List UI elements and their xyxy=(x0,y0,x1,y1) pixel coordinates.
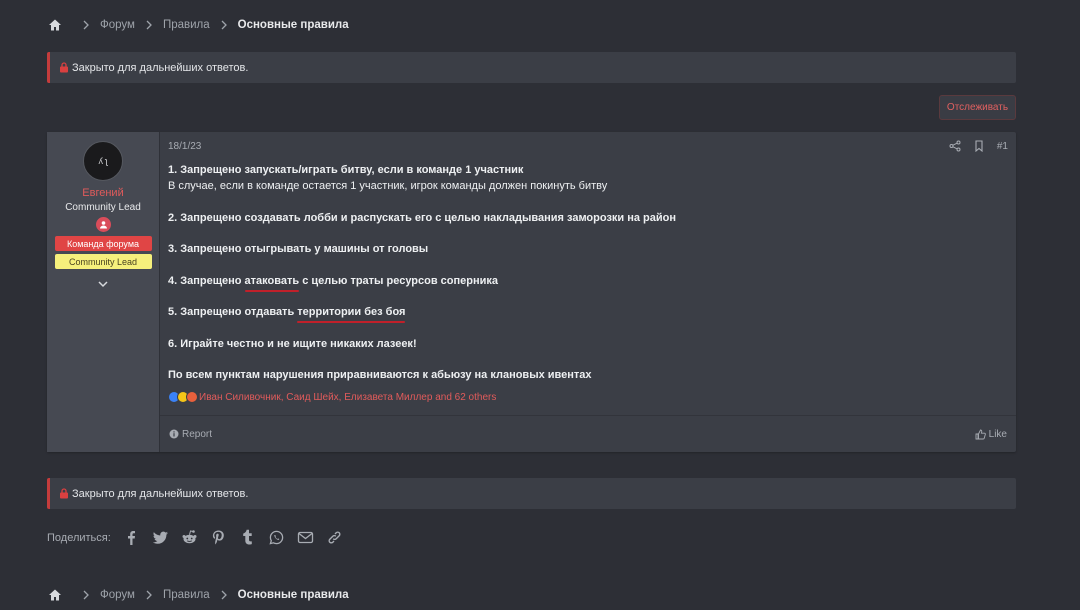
chevron-right-icon xyxy=(220,590,228,600)
rule-1-detail: В случае, если в команде остается 1 учас… xyxy=(168,180,608,192)
rule-4: 4. Запрещено атаковать с целью траты рес… xyxy=(168,274,499,292)
avatar[interactable]: ʎ ʅ xyxy=(83,141,123,181)
post-user-panel: ʎ ʅ Евгений Community Lead Команда форум… xyxy=(47,132,160,452)
pinterest-icon[interactable] xyxy=(210,529,227,546)
home-icon[interactable] xyxy=(48,588,62,602)
chevron-right-icon xyxy=(220,20,228,30)
report-button[interactable]: Report xyxy=(169,429,212,440)
chevron-right-icon xyxy=(145,20,153,30)
breadcrumb-forum[interactable]: Форум xyxy=(100,19,135,31)
lock-icon xyxy=(59,62,69,73)
breadcrumb-bottom: Форум Правила Основные правила xyxy=(48,586,349,604)
like-button[interactable]: Like xyxy=(975,429,1007,440)
rule-2: 2. Запрещено создавать лобби и распускат… xyxy=(168,211,677,224)
chevron-right-icon xyxy=(82,590,90,600)
rule-3: 3. Запрещено отыгрывать у машины от голо… xyxy=(168,243,429,255)
reactions-bar[interactable]: Иван Силивочник, Саид Шейх, Елизавета Ми… xyxy=(168,391,496,403)
lock-icon xyxy=(59,488,69,499)
reaction-icons xyxy=(168,391,198,403)
rule-6: 6. Играйте честно и не ищите никаких лаз… xyxy=(168,337,417,350)
chevron-right-icon xyxy=(82,20,90,30)
closed-notice-bottom: Закрыто для дальнейших ответов. xyxy=(47,478,1016,509)
facebook-icon[interactable] xyxy=(123,529,140,546)
twitter-icon[interactable] xyxy=(152,529,169,546)
notice-text: Закрыто для дальнейших ответов. xyxy=(72,61,249,74)
banner-forum-team: Команда форума xyxy=(54,236,152,251)
underlined-territory: территории без боя xyxy=(297,306,406,323)
angry-reaction-icon xyxy=(186,391,198,403)
post: ʎ ʅ Евгений Community Lead Команда форум… xyxy=(47,132,1016,452)
reactions-text[interactable]: Иван Силивочник, Саид Шейх, Елизавета Ми… xyxy=(199,392,496,403)
rule-5: 5. Запрещено отдавать территории без боя xyxy=(168,306,406,323)
breadcrumb-rules[interactable]: Правила xyxy=(163,589,210,601)
notice-text: Закрыто для дальнейших ответов. xyxy=(72,487,249,500)
user-title: Community Lead xyxy=(65,202,141,213)
breadcrumb-top: Форум Правила Основные правила xyxy=(48,16,349,34)
chevron-down-icon[interactable] xyxy=(96,277,110,291)
tumblr-icon[interactable] xyxy=(239,529,256,546)
breadcrumb-current[interactable]: Основные правила xyxy=(238,19,349,31)
watch-button[interactable]: Отслеживать xyxy=(939,95,1016,120)
thumbs-up-icon xyxy=(975,429,986,440)
post-main: 18/1/23 #1 1. Запрещено запускать/играть… xyxy=(160,132,1016,452)
share-row: Поделиться: xyxy=(47,529,355,546)
reddit-icon[interactable] xyxy=(181,529,198,546)
banner-community-lead: Community Lead xyxy=(54,254,152,269)
breadcrumb-rules[interactable]: Правила xyxy=(163,19,210,31)
underlined-attack: атаковать xyxy=(244,274,300,292)
breadcrumb-forum[interactable]: Форум xyxy=(100,589,135,601)
share-label: Поделиться: xyxy=(47,531,111,544)
whatsapp-icon[interactable] xyxy=(268,529,285,546)
email-icon[interactable] xyxy=(297,529,314,546)
closed-notice-top: Закрыто для дальнейших ответов. xyxy=(47,52,1016,83)
share-icon[interactable] xyxy=(949,140,961,152)
link-icon[interactable] xyxy=(326,529,343,546)
rule-summary: По всем пунктам нарушения приравниваются… xyxy=(168,369,592,381)
home-icon[interactable] xyxy=(48,18,62,32)
chevron-right-icon xyxy=(145,590,153,600)
info-icon xyxy=(169,429,179,439)
user-badge-icon xyxy=(95,217,111,232)
breadcrumb-current[interactable]: Основные правила xyxy=(238,589,349,601)
post-number[interactable]: #1 xyxy=(997,141,1008,152)
post-actions: #1 xyxy=(949,140,1008,152)
post-date[interactable]: 18/1/23 xyxy=(168,141,201,152)
post-footer: Report Like xyxy=(160,415,1016,452)
post-body: 1. Запрещено запускать/играть битву, есл… xyxy=(168,162,988,383)
rule-1: 1. Запрещено запускать/играть битву, есл… xyxy=(168,164,524,176)
username[interactable]: Евгений xyxy=(82,187,123,199)
bookmark-icon[interactable] xyxy=(973,140,985,152)
